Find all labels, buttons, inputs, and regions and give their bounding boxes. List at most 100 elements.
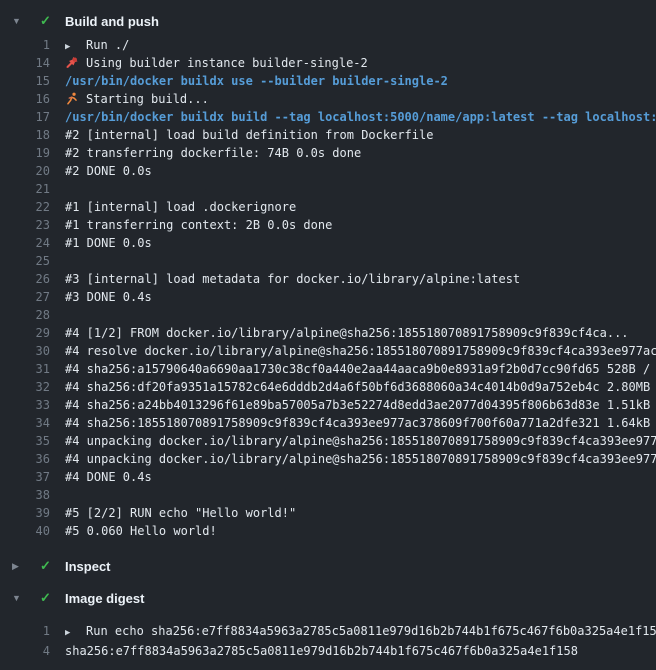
log-text: #4 sha256:185518070891758909c9f839cf4ca3… <box>65 414 656 432</box>
line-number[interactable]: 30 <box>0 342 50 360</box>
log-text-content: #3 DONE 0.4s <box>65 290 152 304</box>
chevron-down-icon[interactable]: ▼ <box>12 593 40 603</box>
success-check-icon: ✓ <box>40 558 65 574</box>
log-text-content: #4 [1/2] FROM docker.io/library/alpine@s… <box>65 326 629 340</box>
log-text-content: #4 sha256:185518070891758909c9f839cf4ca3… <box>65 416 656 430</box>
section-header[interactable]: ▼ ✓ Image digest <box>0 589 656 607</box>
line-number[interactable]: 37 <box>0 468 50 486</box>
line-number[interactable]: 28 <box>0 306 50 324</box>
line-number[interactable]: 23 <box>0 216 50 234</box>
log-line: 22 #1 [internal] load .dockerignore <box>0 198 656 216</box>
log-text-content: Using builder instance builder-single-2 <box>86 56 368 70</box>
line-number[interactable]: 31 <box>0 360 50 378</box>
section-header[interactable]: ▼ ✓ Build and push <box>0 12 656 30</box>
runner-icon <box>65 92 79 105</box>
log-line: 4 sha256:e7ff8834a5963a2785c5a0811e979d1… <box>0 641 656 661</box>
line-number[interactable]: 25 <box>0 252 50 270</box>
log-line: 29 #4 [1/2] FROM docker.io/library/alpin… <box>0 324 656 342</box>
line-number[interactable]: 29 <box>0 324 50 342</box>
log-text-content: #1 [internal] load .dockerignore <box>65 200 296 214</box>
line-number[interactable]: 27 <box>0 288 50 306</box>
log-section: ▶ ✓ Inspect <box>0 557 656 575</box>
log-line: 37 #4 DONE 0.4s <box>0 468 656 486</box>
log-line: 32 #4 sha256:df20fa9351a15782c64e6dddb2d… <box>0 378 656 396</box>
line-number[interactable]: 34 <box>0 414 50 432</box>
line-number[interactable]: 35 <box>0 432 50 450</box>
log-text: Starting build... <box>65 90 209 108</box>
log-text: #1 DONE 0.0s <box>65 234 152 252</box>
log-line: 26 #3 [internal] load metadata for docke… <box>0 270 656 288</box>
log-text-content: #5 0.060 Hello world! <box>65 524 217 538</box>
success-check-icon: ✓ <box>40 13 65 29</box>
log-line: 39 #5 [2/2] RUN echo "Hello world!" <box>0 504 656 522</box>
expand-group-icon[interactable]: ▶ <box>65 38 86 54</box>
log-text: Using builder instance builder-single-2 <box>65 54 368 72</box>
log-line: 35 #4 unpacking docker.io/library/alpine… <box>0 432 656 450</box>
line-number[interactable]: 21 <box>0 180 50 198</box>
line-number[interactable]: 1 <box>0 36 50 54</box>
log-line: 15 /usr/bin/docker buildx use --builder … <box>0 72 656 90</box>
line-number[interactable]: 22 <box>0 198 50 216</box>
log-line: 20 #2 DONE 0.0s <box>0 162 656 180</box>
line-number[interactable]: 17 <box>0 108 50 126</box>
log-text: #5 0.060 Hello world! <box>65 522 217 540</box>
log-text: #4 DONE 0.4s <box>65 468 152 486</box>
log-text: #4 unpacking docker.io/library/alpine@sh… <box>65 450 656 468</box>
log-line: 24 #1 DONE 0.0s <box>0 234 656 252</box>
line-number[interactable]: 4 <box>0 641 50 661</box>
log-line: 1 ▶Run ./ <box>0 36 656 54</box>
chevron-right-icon[interactable]: ▶ <box>12 561 40 572</box>
log-section: ▼ ✓ Build and push 1 ▶Run ./ 14 Using bu… <box>0 12 656 540</box>
log-line: 31 #4 sha256:a15790640a6690aa1730c38cf0a… <box>0 360 656 378</box>
expand-group-icon[interactable]: ▶ <box>65 623 86 641</box>
line-number[interactable]: 1 <box>0 621 50 641</box>
line-number[interactable]: 39 <box>0 504 50 522</box>
log-line: 28 <box>0 306 656 324</box>
log-list: 1 ▶Run echo sha256:e7ff8834a5963a2785c5a… <box>0 621 656 661</box>
log-text: /usr/bin/docker buildx build --tag local… <box>65 108 656 126</box>
log-text-content: #1 transferring context: 2B 0.0s done <box>65 218 332 232</box>
log-text: #2 [internal] load build definition from… <box>65 126 433 144</box>
log-list: 1 ▶Run ./ 14 Using builder instance buil… <box>0 36 656 540</box>
line-number[interactable]: 38 <box>0 486 50 504</box>
line-number[interactable]: 20 <box>0 162 50 180</box>
line-number[interactable]: 33 <box>0 396 50 414</box>
log-text-content: #4 sha256:a15790640a6690aa1730c38cf0a440… <box>65 362 656 376</box>
line-number[interactable]: 24 <box>0 234 50 252</box>
success-check-icon: ✓ <box>40 590 65 606</box>
line-number[interactable]: 36 <box>0 450 50 468</box>
log-text: sha256:e7ff8834a5963a2785c5a0811e979d16b… <box>65 641 578 661</box>
log-text: #3 DONE 0.4s <box>65 288 152 306</box>
line-number[interactable]: 26 <box>0 270 50 288</box>
log-text-content: #2 DONE 0.0s <box>65 164 152 178</box>
line-number[interactable]: 19 <box>0 144 50 162</box>
log-text-content: #4 sha256:df20fa9351a15782c64e6dddb2d4a6… <box>65 380 656 394</box>
log-text-content: #2 transferring dockerfile: 74B 0.0s don… <box>65 146 361 160</box>
log-text: #4 resolve docker.io/library/alpine@sha2… <box>65 342 656 360</box>
workflow-log-viewer: ▼ ✓ Build and push 1 ▶Run ./ 14 Using bu… <box>0 12 656 661</box>
log-text-content: #3 [internal] load metadata for docker.i… <box>65 272 520 286</box>
log-text-content: /usr/bin/docker buildx use --builder bui… <box>65 74 448 88</box>
log-text: #1 transferring context: 2B 0.0s done <box>65 216 332 234</box>
log-text: /usr/bin/docker buildx use --builder bui… <box>65 72 448 90</box>
line-number[interactable]: 16 <box>0 90 50 108</box>
log-line: 27 #3 DONE 0.4s <box>0 288 656 306</box>
log-line: 23 #1 transferring context: 2B 0.0s done <box>0 216 656 234</box>
log-text: #4 [1/2] FROM docker.io/library/alpine@s… <box>65 324 629 342</box>
line-number[interactable]: 32 <box>0 378 50 396</box>
line-number[interactable]: 15 <box>0 72 50 90</box>
log-text: ▶Run ./ <box>65 36 129 54</box>
log-text-content: Run ./ <box>86 38 129 52</box>
log-text: #4 unpacking docker.io/library/alpine@sh… <box>65 432 656 450</box>
log-line: 34 #4 sha256:185518070891758909c9f839cf4… <box>0 414 656 432</box>
section-header[interactable]: ▶ ✓ Inspect <box>0 557 656 575</box>
line-number[interactable]: 14 <box>0 54 50 72</box>
log-line: 25 <box>0 252 656 270</box>
log-text-content: #4 unpacking docker.io/library/alpine@sh… <box>65 434 656 448</box>
line-number[interactable]: 18 <box>0 126 50 144</box>
log-line: 18 #2 [internal] load build definition f… <box>0 126 656 144</box>
log-line: 14 Using builder instance builder-single… <box>0 54 656 72</box>
log-line: 21 <box>0 180 656 198</box>
chevron-down-icon[interactable]: ▼ <box>12 16 40 26</box>
line-number[interactable]: 40 <box>0 522 50 540</box>
